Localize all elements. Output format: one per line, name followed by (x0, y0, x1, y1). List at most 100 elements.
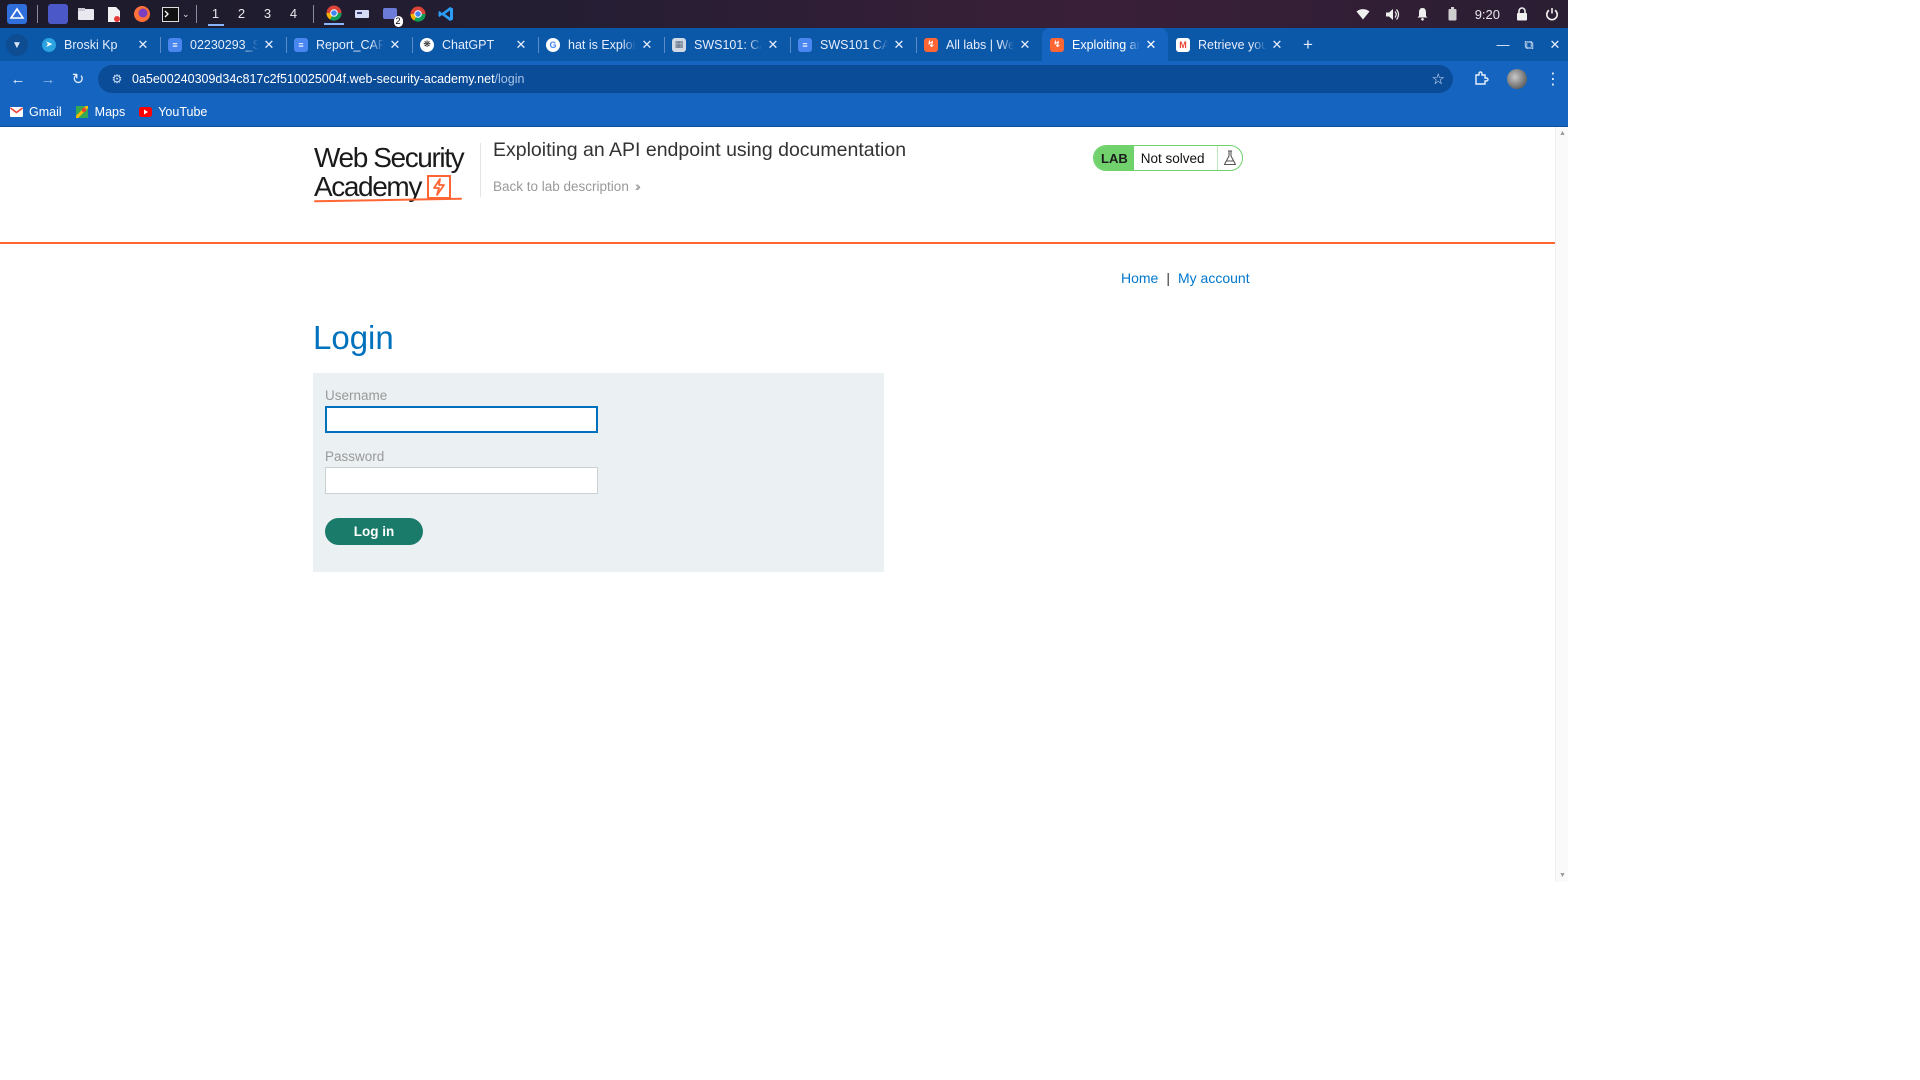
forward-arrow-icon[interactable]: → (34, 65, 62, 93)
portswigger-icon: ↯ (924, 37, 938, 52)
close-icon[interactable]: ✕ (388, 37, 402, 53)
scroll-up-icon[interactable]: ▲ (1559, 130, 1566, 137)
site-info-icon[interactable]: ⚙ (106, 72, 128, 86)
taskbar-separator (37, 5, 38, 23)
bookmark-maps[interactable]: Maps (76, 104, 126, 119)
back-link-label: Back to lab description (493, 179, 629, 194)
bookmark-label: Maps (94, 104, 126, 119)
logo-line1: Web Security (314, 142, 465, 173)
web-security-academy-logo[interactable]: Web Security Academy (313, 142, 478, 205)
lock-icon[interactable] (1514, 6, 1530, 22)
close-icon[interactable]: ✕ (892, 37, 906, 53)
log-in-button[interactable]: Log in (325, 518, 423, 545)
browser-tab-strip: ▼ ➤ Broski Kp ✕ ≡ 02230293_SW ✕ ≡ Report… (0, 28, 1568, 61)
url-host: 0a5e00240309d34c817c2f510025004f.web-sec… (132, 72, 495, 86)
close-window-icon[interactable]: ✕ (1542, 37, 1568, 53)
scroll-down-icon[interactable]: ▼ (1559, 872, 1566, 879)
back-to-lab-description-link[interactable]: Back to lab description ›› (493, 179, 641, 194)
tab-all-labs[interactable]: ↯ All labs | Web S ✕ (916, 28, 1042, 61)
bookmark-label: YouTube (158, 104, 208, 119)
workspace-3[interactable]: 3 (255, 0, 281, 28)
close-icon[interactable]: ✕ (136, 37, 150, 53)
header-divider (480, 143, 481, 197)
gmail-icon (10, 105, 23, 118)
gmail-icon: M (1176, 37, 1190, 52)
close-icon[interactable]: ✕ (1144, 37, 1158, 53)
notes-app-icon[interactable]: 2 (380, 4, 403, 27)
password-input[interactable] (325, 467, 598, 494)
bookmark-youtube[interactable]: YouTube (139, 105, 207, 119)
reload-icon[interactable]: ↻ (64, 65, 92, 93)
app-menu-icon[interactable] (7, 4, 27, 24)
desktop-icon[interactable] (48, 4, 68, 24)
address-bar[interactable]: ⚙ 0a5e00240309d34c817c2f510025004f.web-s… (98, 65, 1453, 93)
tab-search-icon[interactable]: ▼ (6, 34, 28, 56)
top-navigation: Home | My account (1121, 270, 1250, 286)
username-input[interactable] (325, 406, 598, 433)
tab-sws101-cap3-doc[interactable]: ≡ SWS101 CAP3 ✕ (790, 28, 916, 61)
double-chevron-right-icon: ›› (634, 179, 641, 194)
workspace-4[interactable]: 4 (281, 0, 307, 28)
password-label: Password (325, 449, 385, 464)
chrome-icon[interactable] (323, 3, 344, 25)
chevron-down-icon[interactable]: ⌄ (182, 9, 190, 20)
tab-google-search[interactable]: G hat is Exploitin ✕ (538, 28, 664, 61)
file-manager-icon[interactable] (76, 4, 96, 24)
minimize-icon[interactable]: — (1490, 37, 1516, 52)
new-tab-button[interactable]: + (1294, 28, 1322, 61)
portswigger-icon: ↯ (1050, 37, 1064, 52)
close-icon[interactable]: ✕ (1018, 37, 1032, 53)
lightning-bolt-icon (426, 174, 451, 199)
close-icon[interactable]: ✕ (766, 37, 780, 53)
tab-title: Retrieve your n (1198, 37, 1266, 52)
firefox-icon[interactable] (132, 4, 152, 24)
maps-icon (76, 105, 89, 118)
google-icon: G (546, 37, 560, 52)
bookmark-label: Gmail (29, 104, 62, 119)
url-path: /login (494, 72, 525, 86)
close-icon[interactable]: ✕ (1270, 37, 1284, 53)
tab-chatgpt[interactable]: ❋ ChatGPT ✕ (412, 28, 538, 61)
wifi-icon[interactable] (1355, 6, 1371, 22)
close-icon[interactable]: ✕ (514, 37, 528, 53)
page-scrollbar[interactable]: ▲ ▼ (1555, 127, 1568, 882)
text-editor-icon[interactable] (104, 4, 124, 24)
workspace-1[interactable]: 1 (203, 0, 229, 28)
extensions-icon[interactable] (1471, 69, 1491, 89)
chrome-icon[interactable] (408, 4, 428, 24)
home-link[interactable]: Home (1121, 270, 1158, 286)
window-switcher-icon[interactable] (352, 4, 372, 24)
lab-status: Not solved (1134, 146, 1218, 170)
restore-icon[interactable]: ⧉ (1516, 37, 1542, 53)
bookmark-star-icon[interactable]: ☆ (1432, 70, 1445, 88)
telegram-icon: ➤ (42, 37, 56, 52)
clock[interactable]: 9:20 (1475, 7, 1500, 22)
bell-icon[interactable] (1415, 6, 1431, 22)
bookmark-gmail[interactable]: Gmail (10, 105, 62, 119)
tab-sws101-cap3-page[interactable]: ▦ SWS101: CAP3 ✕ (664, 28, 790, 61)
close-icon[interactable]: ✕ (640, 37, 654, 53)
os-taskbar: ⌄ 1 2 3 4 2 9:20 (0, 0, 1568, 28)
battery-icon[interactable] (1445, 6, 1461, 22)
username-label: Username (325, 388, 388, 403)
profile-avatar[interactable] (1507, 69, 1527, 89)
vscode-icon[interactable] (436, 4, 456, 24)
workspace-2[interactable]: 2 (229, 0, 255, 28)
notification-count: 2 (393, 16, 403, 27)
power-icon[interactable] (1544, 6, 1560, 22)
tab-title: SWS101 CAP3 (820, 37, 888, 52)
tab-title: All labs | Web S (946, 37, 1014, 52)
tab-title: SWS101: CAP3 (694, 37, 762, 52)
close-icon[interactable]: ✕ (262, 37, 276, 53)
tab-broski-kp[interactable]: ➤ Broski Kp ✕ (34, 28, 160, 61)
tab-retrieve-gmail[interactable]: M Retrieve your n ✕ (1168, 28, 1294, 61)
my-account-link[interactable]: My account (1178, 270, 1250, 286)
tab-exploiting-api[interactable]: ↯ Exploiting an A ✕ (1042, 28, 1168, 61)
terminal-icon[interactable] (160, 4, 180, 24)
tab-report-cap3[interactable]: ≡ Report_CAP3 ✕ (286, 28, 412, 61)
back-arrow-icon[interactable]: ← (4, 65, 32, 93)
docs-icon: ≡ (798, 37, 812, 52)
more-menu-icon[interactable]: ⋮ (1543, 69, 1563, 89)
tab-02230293-sw[interactable]: ≡ 02230293_SW ✕ (160, 28, 286, 61)
volume-icon[interactable] (1385, 6, 1401, 22)
